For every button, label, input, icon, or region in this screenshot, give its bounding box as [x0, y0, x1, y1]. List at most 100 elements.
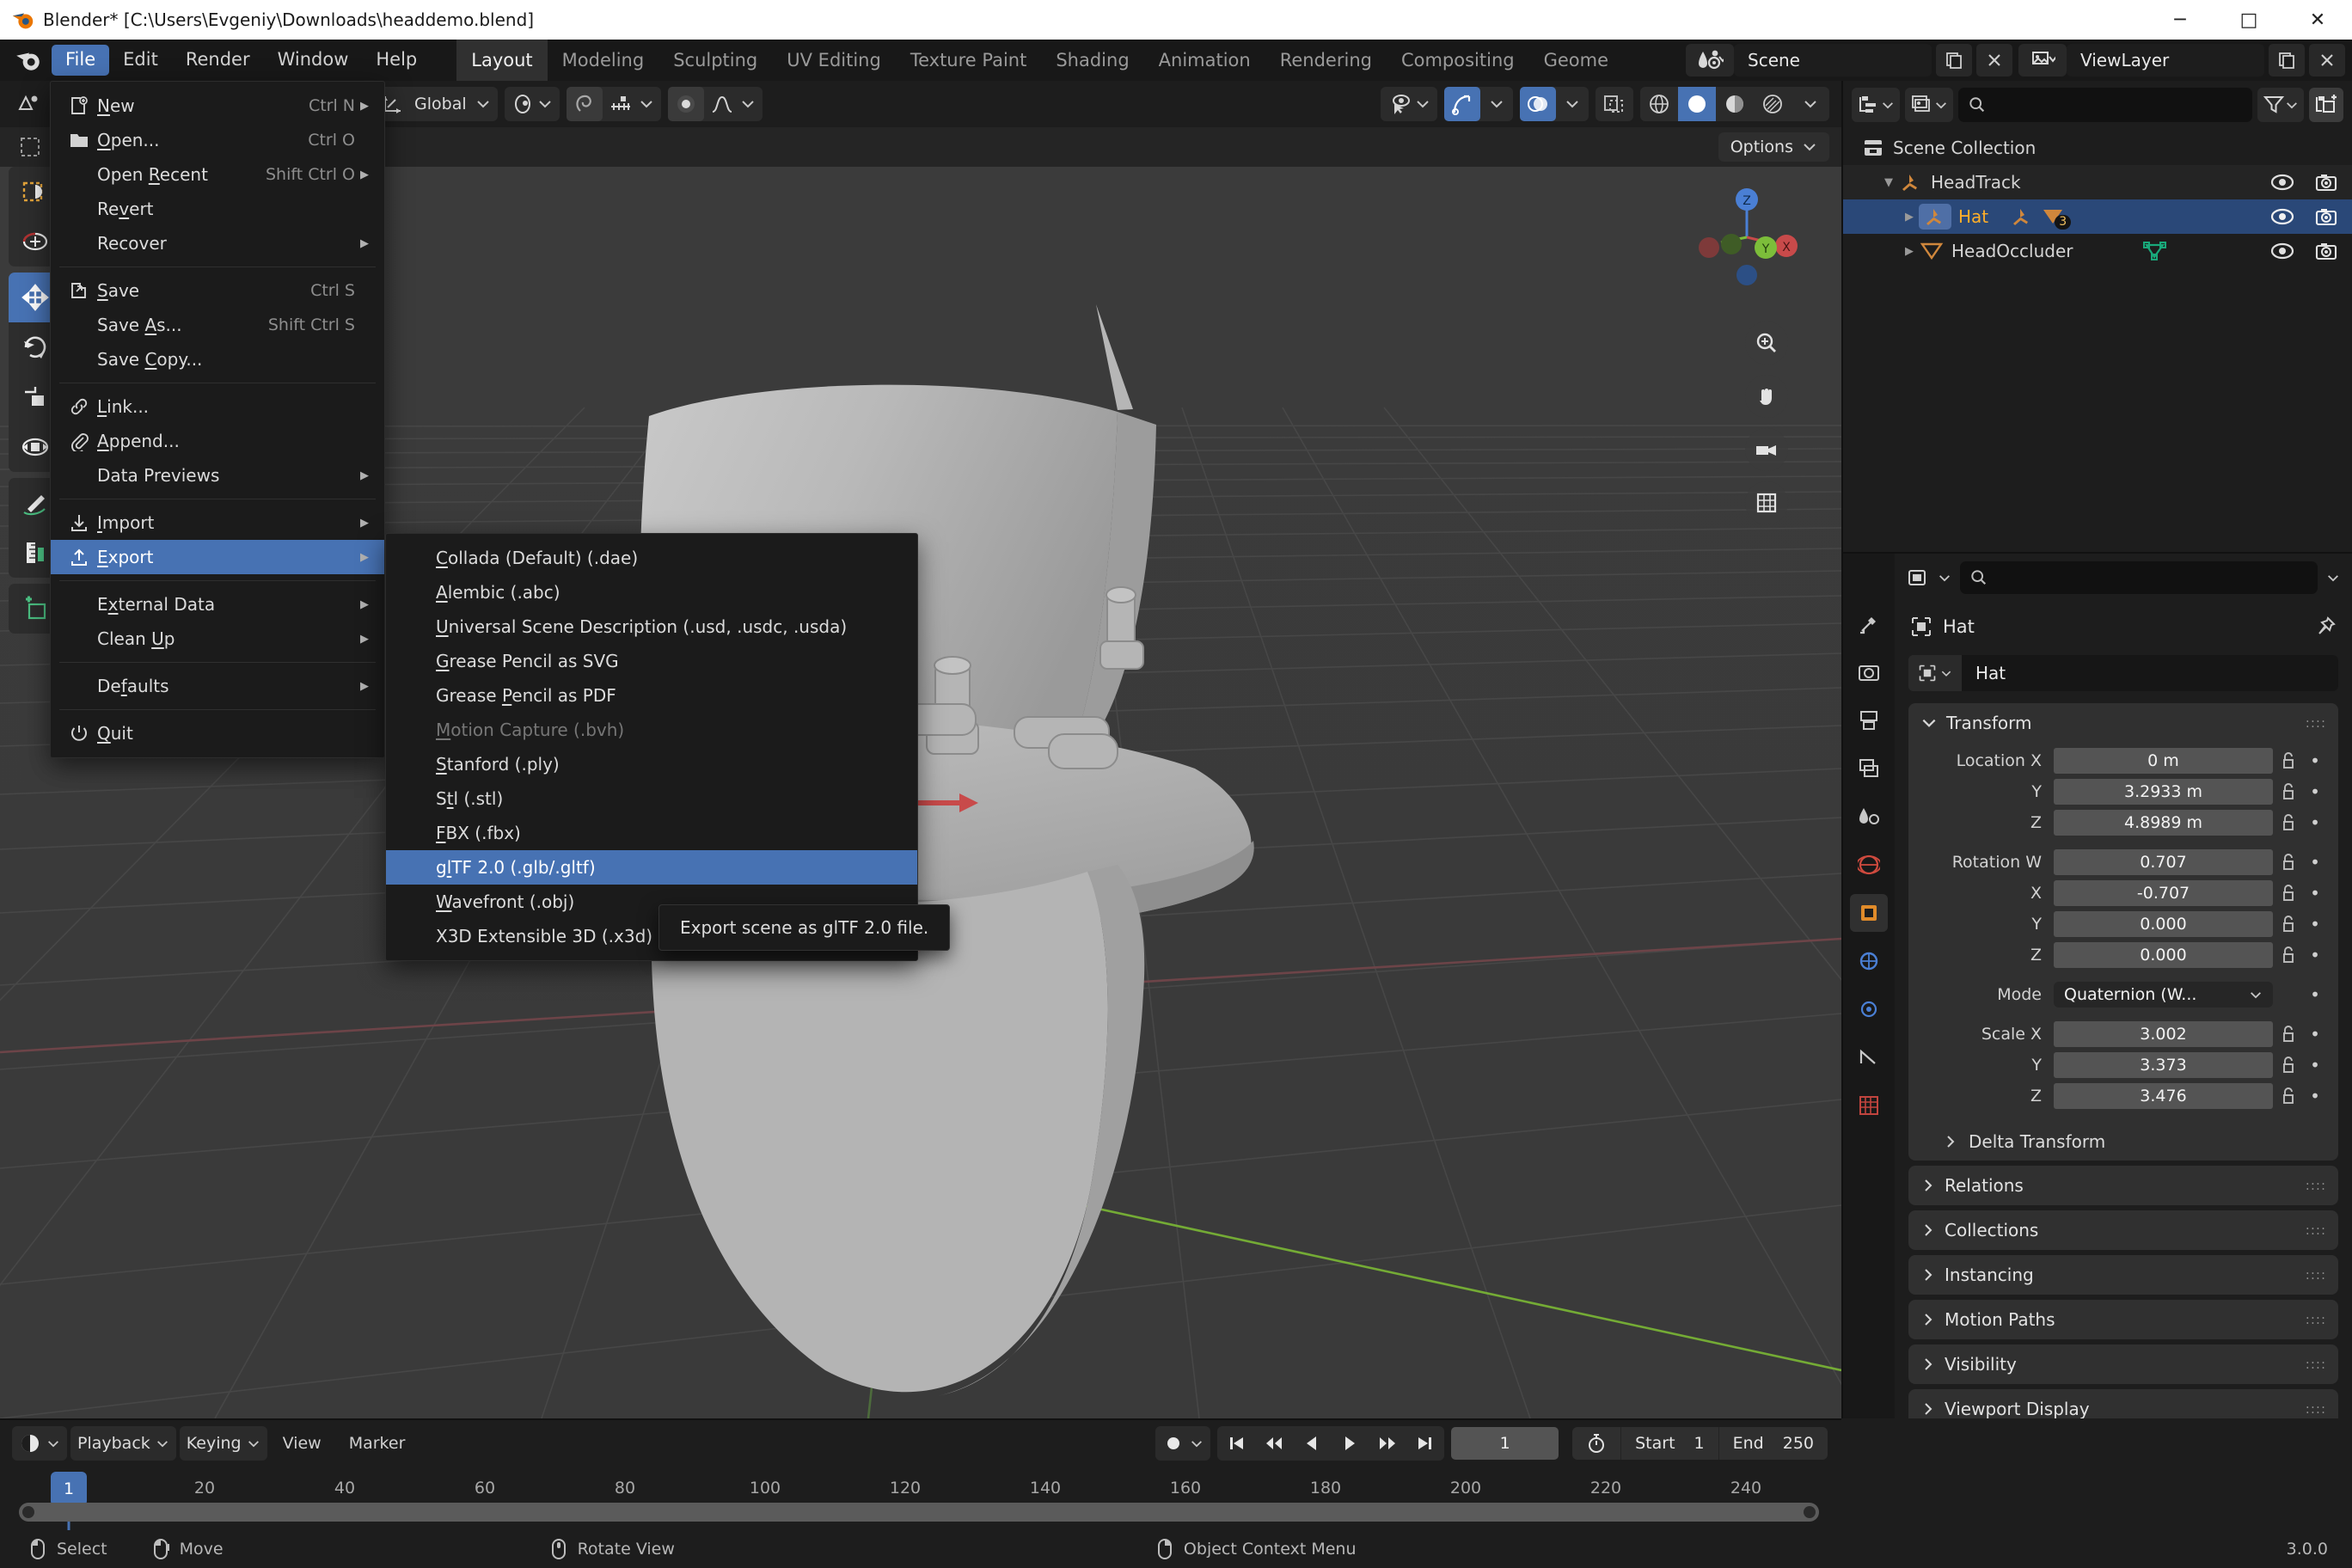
drag-handle-icon[interactable]: :::: [2306, 1222, 2326, 1238]
tab-texture-paint[interactable]: Texture Paint [896, 40, 1042, 81]
delete-viewlayer-button[interactable] [2309, 44, 2345, 77]
outliner-display-mode-dropdown[interactable] [1905, 88, 1953, 122]
location-z-input[interactable]: 4.8989 m [2054, 810, 2273, 836]
rotation-y-input[interactable]: 0.000 [2054, 911, 2273, 937]
viewlayer-browse-dropdown[interactable] [2018, 44, 2067, 77]
rotation-z-input[interactable]: 0.000 [2054, 942, 2273, 968]
solid-shading-button[interactable] [1678, 87, 1716, 121]
tab-modeling[interactable]: Modeling [548, 40, 659, 81]
frame-start-input[interactable]: Start 1 [1620, 1427, 1718, 1460]
play-button[interactable] [1331, 1426, 1369, 1461]
new-collection-button[interactable] [2309, 88, 2343, 122]
jump-to-next-keyframe-button[interactable] [1369, 1426, 1406, 1461]
falloff-dropdown[interactable] [704, 87, 740, 121]
pan-view-button[interactable] [1745, 375, 1788, 418]
zoom-view-button[interactable] [1745, 322, 1788, 364]
outliner-row-headtrack[interactable]: ▼ HeadTrack [1843, 165, 2352, 199]
instancing-panel-header[interactable]: Instancing :::: [1908, 1255, 2338, 1295]
expand-triangle-icon[interactable]: ▶ [1900, 211, 1919, 224]
eye-icon[interactable] [2269, 173, 2295, 192]
material-preview-shading-button[interactable] [1716, 87, 1754, 121]
visibility-panel[interactable]: Visibility :::: [1908, 1344, 2338, 1384]
animate-dot-icon[interactable]: • [2304, 883, 2326, 903]
file-menu-item-save[interactable]: Save Ctrl S [51, 273, 384, 308]
tab-material[interactable] [1850, 1087, 1888, 1124]
show-gizmo-toggle[interactable] [1444, 87, 1480, 121]
minimize-button[interactable]: ─ [2146, 0, 2214, 40]
eye-icon[interactable] [2269, 207, 2295, 226]
animate-dot-icon[interactable]: • [2304, 984, 2326, 1005]
tab-world[interactable] [1850, 846, 1888, 884]
export-item-usd[interactable]: Universal Scene Description (.usd, .usdc… [386, 609, 917, 644]
lock-icon[interactable] [2273, 946, 2304, 965]
timeline-menu-marker[interactable]: Marker [337, 1434, 418, 1453]
close-button[interactable]: ✕ [2283, 0, 2352, 40]
camera-icon[interactable] [2314, 172, 2338, 193]
expand-triangle-icon[interactable]: ▶ [1900, 245, 1919, 258]
snap-toggle[interactable] [567, 87, 603, 121]
tab-tool[interactable] [1850, 605, 1888, 643]
export-item-alembic[interactable]: Alembic (.abc) [386, 575, 917, 609]
outliner-editor-type-dropdown[interactable] [1852, 88, 1900, 122]
pin-icon[interactable] [2314, 616, 2337, 638]
export-item-stanford-ply[interactable]: Stanford (.ply) [386, 747, 917, 781]
lock-icon[interactable] [2273, 1056, 2304, 1075]
drag-handle-icon[interactable]: :::: [2306, 1401, 2326, 1417]
scene-browse-dropdown[interactable] [1686, 44, 1734, 77]
lock-icon[interactable] [2273, 782, 2304, 801]
file-menu-item-open-recent[interactable]: Open Recent Shift Ctrl O ▶ [51, 157, 384, 192]
tab-particles[interactable] [1850, 990, 1888, 1028]
transform-panel-header[interactable]: Transform :::: [1908, 703, 2338, 743]
location-y-input[interactable]: 3.2933 m [2054, 779, 2273, 805]
chevron-down-icon[interactable] [2326, 573, 2340, 584]
scale-x-input[interactable]: 3.002 [2054, 1021, 2273, 1047]
delete-scene-button[interactable] [1976, 44, 2012, 77]
viewport-display-panel[interactable]: Viewport Display :::: [1908, 1389, 2338, 1418]
instancing-panel[interactable]: Instancing :::: [1908, 1255, 2338, 1295]
menu-window[interactable]: Window [264, 45, 363, 75]
outliner-search-box[interactable] [1958, 88, 2252, 122]
export-item-stl[interactable]: Stl (.stl) [386, 781, 917, 816]
motion-paths-panel-header[interactable]: Motion Paths :::: [1908, 1300, 2338, 1339]
timeline-menu-view[interactable]: View [271, 1434, 334, 1453]
jump-to-prev-keyframe-button[interactable] [1255, 1426, 1293, 1461]
jump-to-end-button[interactable] [1406, 1426, 1444, 1461]
rotation-x-input[interactable]: -0.707 [2054, 880, 2273, 906]
drag-handle-icon[interactable]: :::: [2306, 715, 2326, 731]
file-menu-item-save-copy[interactable]: Save Copy... [51, 342, 384, 377]
export-item-collada[interactable]: Collada (Default) (.dae) [386, 541, 917, 575]
animate-dot-icon[interactable]: • [2304, 1086, 2326, 1106]
tab-render[interactable] [1850, 653, 1888, 691]
file-menu-item-link[interactable]: Link... [51, 389, 384, 424]
maximize-button[interactable]: □ [2214, 0, 2283, 40]
active-tool-icon[interactable] [10, 136, 50, 158]
camera-view-button[interactable] [1745, 428, 1788, 471]
export-item-gltf[interactable]: glTF 2.0 (.glb/.gltf) [386, 850, 917, 885]
properties-search-box[interactable] [1960, 561, 2318, 594]
visibility-dropdown[interactable] [1381, 87, 1437, 121]
tab-scene[interactable] [1850, 798, 1888, 836]
keying-dropdown[interactable]: Keying [180, 1426, 267, 1461]
lock-icon[interactable] [2273, 1025, 2304, 1044]
new-scene-button[interactable] [1936, 44, 1972, 77]
play-reverse-button[interactable] [1293, 1426, 1331, 1461]
animate-dot-icon[interactable]: • [2304, 852, 2326, 873]
properties-editor-type-icon[interactable] [1907, 567, 1929, 588]
lock-icon[interactable] [2273, 813, 2304, 832]
outliner-row-scene-collection[interactable]: Scene Collection [1843, 131, 2352, 165]
export-item-grease-pencil-pdf[interactable]: Grease Pencil as PDF [386, 678, 917, 713]
file-menu-item-revert[interactable]: Revert [51, 192, 384, 226]
use-preview-range-button[interactable] [1572, 1427, 1620, 1460]
proportional-edit-toggle[interactable] [668, 87, 704, 121]
tab-output[interactable] [1850, 701, 1888, 739]
animate-dot-icon[interactable]: • [2304, 750, 2326, 771]
menu-file[interactable]: File [52, 45, 109, 75]
relations-panel-header[interactable]: Relations :::: [1908, 1166, 2338, 1205]
animate-dot-icon[interactable]: • [2304, 812, 2326, 833]
tab-animation[interactable]: Animation [1144, 40, 1265, 81]
lock-icon[interactable] [2273, 915, 2304, 934]
file-menu-item-import[interactable]: Import ▶ [51, 505, 384, 540]
timeline-horizontal-scrollbar[interactable] [19, 1503, 1819, 1522]
file-menu-item-export[interactable]: Export ▶ [51, 540, 384, 574]
rotation-mode-dropdown[interactable]: Quaternion (W... [2054, 982, 2273, 1008]
